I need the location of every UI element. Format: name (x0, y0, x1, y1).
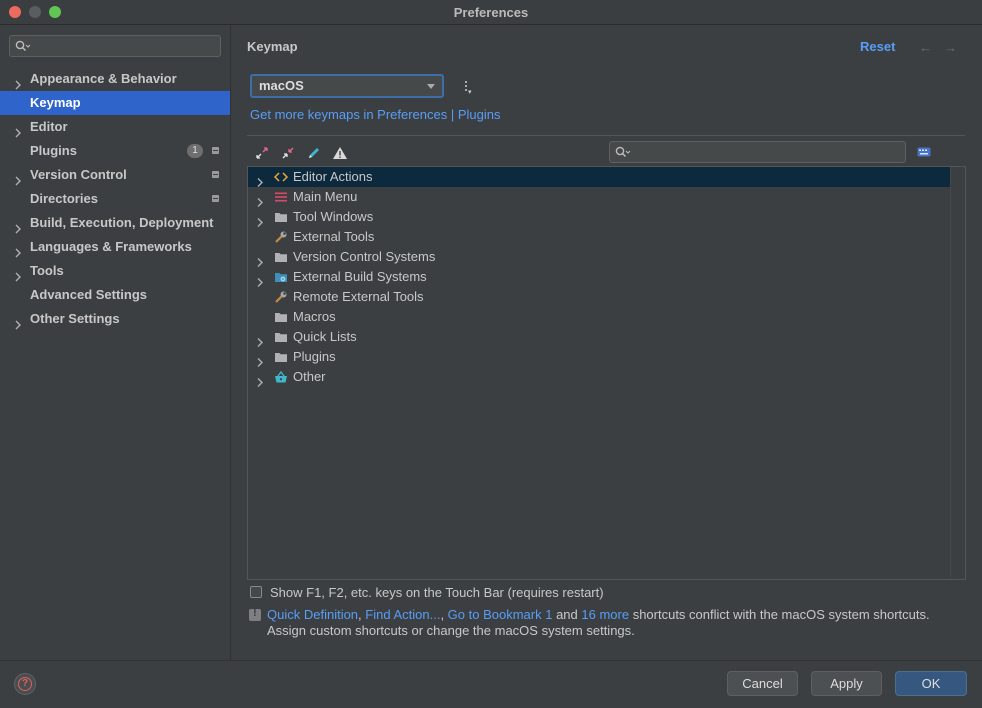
tree-row-version-control-systems[interactable]: Version Control Systems (248, 247, 951, 267)
tree-row-label: Version Control Systems (293, 249, 436, 264)
reset-link[interactable]: Reset (860, 39, 895, 54)
window-title: Preferences (453, 5, 529, 20)
tree-row-label: Quick Lists (293, 329, 357, 344)
keymap-select-value: macOS (259, 78, 304, 93)
sidebar-item-editor[interactable]: Editor (0, 115, 230, 139)
tree-row-editor-actions[interactable]: Editor Actions (248, 167, 951, 187)
sidebar-item-label: Tools (30, 263, 64, 278)
chevron-down-icon (427, 84, 435, 89)
quick-definition-link[interactable]: Quick Definition (267, 607, 358, 622)
tree-row-main-menu[interactable]: Main Menu (248, 187, 951, 207)
sidebar-item-label: Version Control (30, 167, 127, 182)
search-icon (615, 146, 631, 158)
tree-row-quick-lists[interactable]: Quick Lists (248, 327, 951, 347)
project-level-icon (212, 147, 219, 154)
search-icon (15, 40, 31, 52)
find-by-shortcut-icon[interactable] (917, 147, 931, 157)
back-arrow-icon[interactable]: ← (919, 40, 932, 55)
sidebar-item-label: Build, Execution, Deployment (30, 215, 214, 230)
help-icon: ? (18, 677, 32, 691)
more-conflicts-link[interactable]: 16 more (581, 607, 629, 622)
sidebar-item-label: Other Settings (30, 311, 120, 326)
ok-button[interactable]: OK (895, 671, 967, 696)
action-search-input[interactable] (609, 141, 906, 163)
collapse-all-icon[interactable] (280, 145, 296, 161)
sidebar-item-plugins[interactable]: Plugins 1 (0, 139, 230, 163)
chevron-right-icon[interactable] (14, 314, 22, 338)
info-icon (249, 607, 261, 621)
touchbar-checkbox-label[interactable]: Show F1, F2, etc. keys on the Touch Bar … (270, 585, 604, 600)
sidebar-item-appearance-behavior[interactable]: Appearance & Behavior (0, 67, 230, 91)
tree-row-label: Plugins (293, 349, 336, 364)
tree-row-label: External Tools (293, 229, 375, 244)
divider (247, 135, 965, 136)
tree-row-tool-windows[interactable]: Tool Windows (248, 207, 951, 227)
title-bar: Preferences (0, 0, 982, 25)
tree-row-remote-external-tools[interactable]: Remote External Tools (248, 287, 951, 307)
keymap-action-tree: Editor Actions Main Menu Tool Windows Exter… (247, 166, 966, 580)
tree-row-label: Macros (293, 309, 336, 324)
tree-row-external-build-systems[interactable]: External Build Systems (248, 267, 951, 287)
tree-row-label: External Build Systems (293, 269, 427, 284)
expand-all-icon[interactable] (254, 145, 270, 161)
sidebar-item-other-settings[interactable]: Other Settings (0, 307, 230, 331)
keymap-select[interactable]: macOS (250, 74, 444, 98)
tree-row-label: Remote External Tools (293, 289, 424, 304)
update-count-badge: 1 (187, 144, 203, 158)
sidebar-item-label: Plugins (30, 143, 77, 158)
keymap-panel: Keymap Reset ← → macOS ▾ Get more keymap… (231, 25, 982, 660)
tree-scrollbar[interactable] (950, 167, 965, 579)
tree-row-label: Tool Windows (293, 209, 374, 224)
conflict-text: shortcuts conflict with the macOS system… (629, 607, 930, 622)
conflict-hint: Assign custom shortcuts or change the ma… (267, 623, 635, 638)
settings-sidebar: Appearance & Behavior Keymap Editor Plugins… (0, 25, 231, 660)
sidebar-item-directories[interactable]: Directories (0, 187, 230, 211)
warning-icon[interactable] (332, 145, 348, 161)
sidebar-item-label: Advanced Settings (30, 287, 148, 302)
edit-shortcut-icon[interactable] (306, 145, 322, 161)
sidebar-item-languages-frameworks[interactable]: Languages & Frameworks (0, 235, 230, 259)
sidebar-item-label: Keymap (30, 95, 81, 110)
project-level-icon (212, 195, 219, 202)
project-level-icon (212, 171, 219, 178)
touchbar-checkbox[interactable] (250, 586, 262, 598)
sidebar-item-keymap[interactable]: Keymap (0, 91, 230, 115)
go-to-bookmark-link[interactable]: Go to Bookmark 1 (448, 607, 553, 622)
sidebar-item-label: Directories (30, 191, 98, 206)
sidebar-item-label: Editor (30, 119, 68, 134)
sidebar-item-version-control[interactable]: Version Control (0, 163, 230, 187)
tree-row-label: Editor Actions (293, 169, 373, 184)
more-options-icon[interactable]: ▾ (464, 80, 472, 96)
tree-row-other[interactable]: Other (248, 367, 951, 387)
tree-row-label: Other (293, 369, 326, 384)
tree-row-external-tools[interactable]: External Tools (248, 227, 951, 247)
help-button[interactable]: ? (14, 673, 36, 695)
sidebar-item-label: Languages & Frameworks (30, 239, 192, 254)
sidebar-item-tools[interactable]: Tools (0, 259, 230, 283)
sidebar-item-advanced-settings[interactable]: Advanced Settings (0, 283, 230, 307)
settings-search-input[interactable] (9, 35, 221, 57)
chevron-right-icon[interactable] (256, 373, 264, 393)
conflict-separator: and (552, 607, 582, 622)
conflict-separator: , (440, 607, 448, 622)
shortcut-conflict-message: Quick Definition, Find Action..., Go to … (267, 607, 977, 639)
forward-arrow-icon[interactable]: → (944, 40, 957, 55)
find-action-link[interactable]: Find Action... (365, 607, 440, 622)
basket-icon (274, 370, 288, 390)
page-title: Keymap (247, 39, 298, 54)
apply-button[interactable]: Apply (811, 671, 882, 696)
sidebar-item-build-execution-deployment[interactable]: Build, Execution, Deployment (0, 211, 230, 235)
tree-row-label: Main Menu (293, 189, 358, 204)
tree-row-plugins[interactable]: Plugins (248, 347, 951, 367)
cancel-button[interactable]: Cancel (727, 671, 798, 696)
settings-nav: Appearance & Behavior Keymap Editor Plugins… (0, 67, 230, 331)
sidebar-item-label: Appearance & Behavior (30, 71, 177, 86)
get-more-keymaps-link[interactable]: Get more keymaps in Preferences | Plugin… (250, 107, 501, 122)
tree-row-macros[interactable]: Macros (248, 307, 951, 327)
